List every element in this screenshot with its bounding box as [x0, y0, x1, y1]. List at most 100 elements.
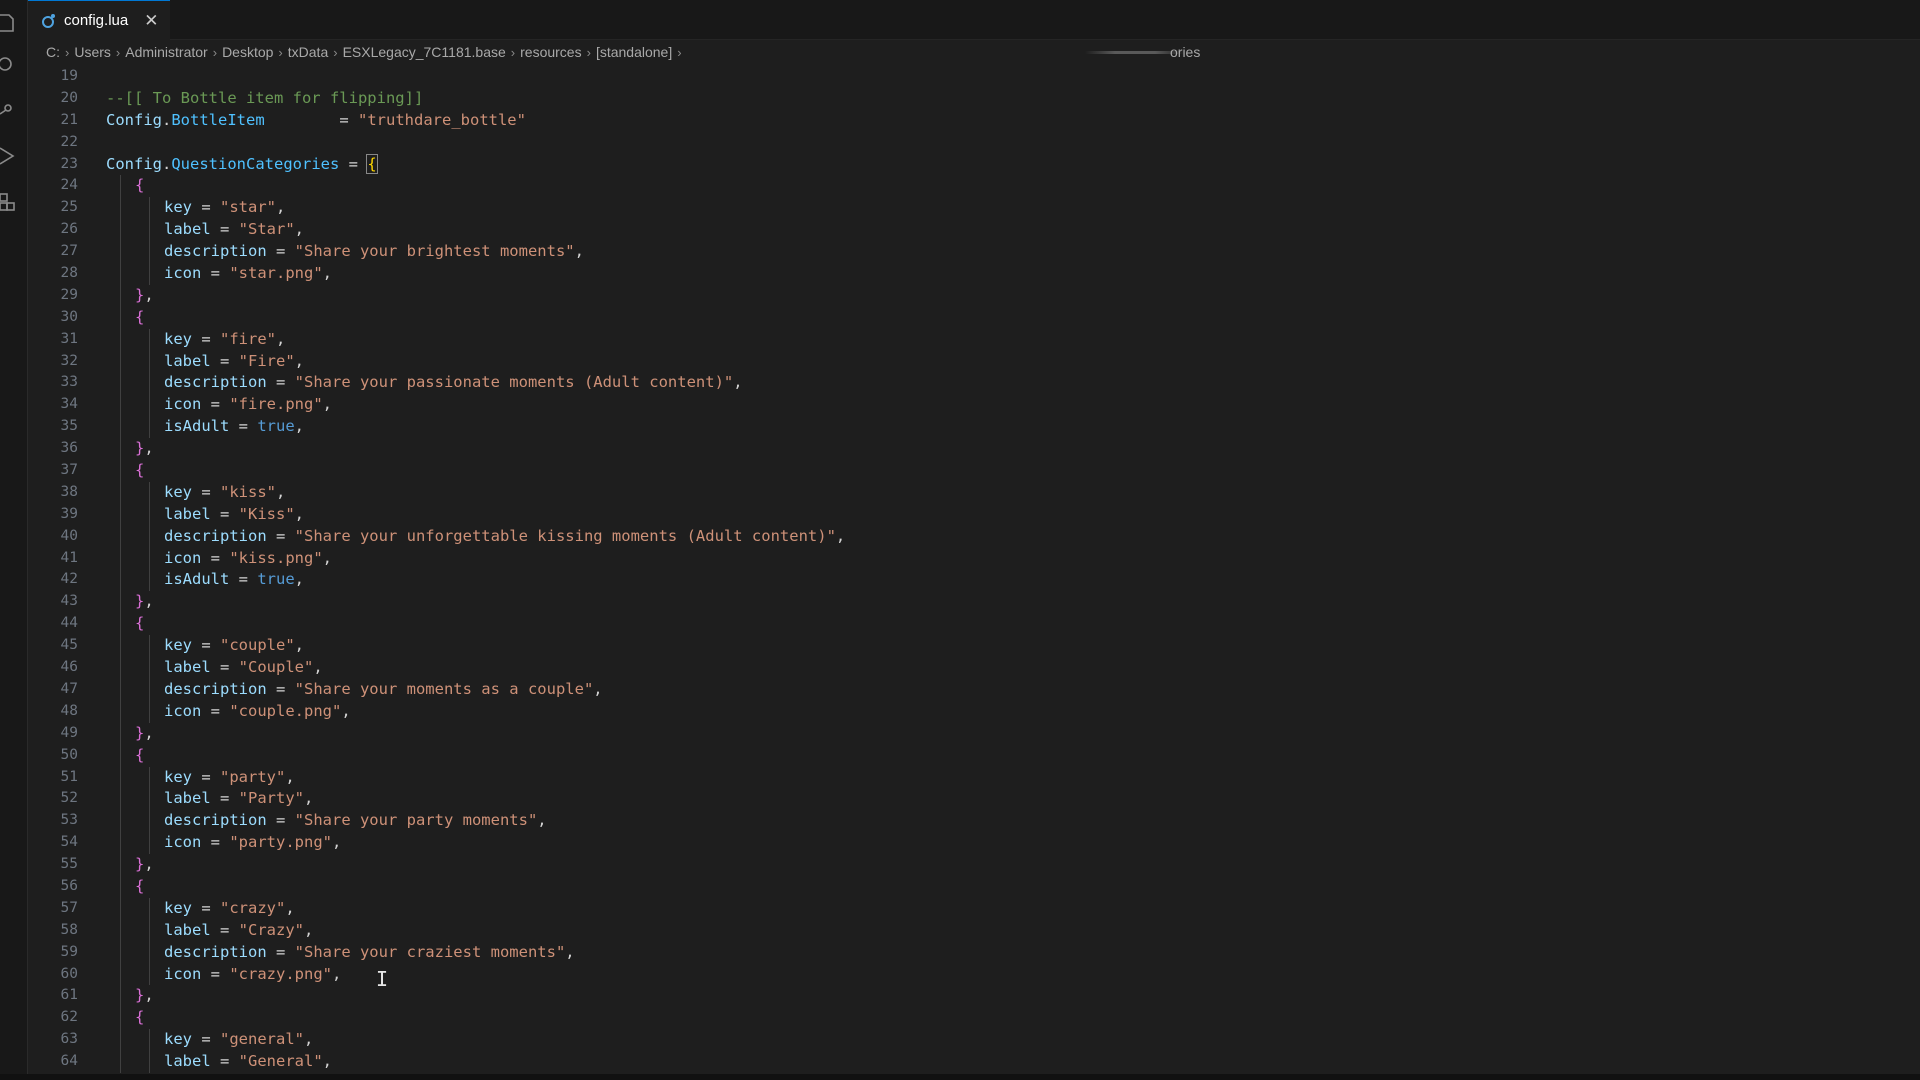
code-line[interactable]: 39 label = "Kiss", [28, 503, 1920, 526]
tab-bar: config.lua ✕ [28, 0, 1920, 40]
code-line[interactable]: 19 [28, 66, 1920, 88]
code-line[interactable]: 52 label = "Party", [28, 788, 1920, 811]
line-number: 36 [60, 440, 78, 457]
breadcrumb-segment[interactable]: Desktop [222, 44, 273, 60]
line-number: 28 [60, 265, 78, 282]
code-token: , [276, 482, 286, 501]
line-number: 30 [60, 308, 78, 325]
code-line[interactable]: 33 description = "Share your passionate m… [28, 372, 1920, 395]
code-text: Config.QuestionCategories = { [106, 153, 378, 176]
indent-guide [149, 941, 150, 964]
code-line[interactable]: 23 Config.QuestionCategories = { [28, 153, 1920, 176]
code-line[interactable]: 55}, [28, 854, 1920, 876]
code-line[interactable]: 44 { [28, 613, 1920, 636]
code-line[interactable]: 49}, [28, 722, 1920, 745]
code-line[interactable]: 54 icon = "party.png", [28, 832, 1920, 855]
code-line[interactable]: 60 icon = "crazy.png", [28, 963, 1920, 986]
code-editor[interactable]: 19 20 --[[ To Bottle item for flipping]] 21… [28, 66, 1920, 1074]
breadcrumb-segment[interactable]: C: [46, 44, 60, 60]
tab-config-lua[interactable]: config.lua ✕ [28, 0, 170, 40]
line-number: 58 [60, 921, 78, 938]
breadcrumb-segment[interactable]: txData [288, 44, 328, 60]
code-line[interactable]: 21 Config.BottleItem = "truthdare_bottle" [28, 110, 1920, 132]
code-line[interactable]: 40 description = "Share your unforgettabl… [28, 525, 1920, 548]
line-number: 41 [60, 549, 78, 566]
code-line[interactable]: 64 label = "General", [28, 1051, 1920, 1073]
indent-guide [120, 263, 121, 285]
indent-guide [120, 919, 121, 942]
code-line[interactable]: 50 { [28, 744, 1920, 767]
code-line[interactable]: 58 label = "Crazy", [28, 919, 1920, 942]
code-text: key = "fire", [164, 329, 285, 351]
line-number: 27 [60, 243, 78, 260]
code-line[interactable]: 30 { [28, 306, 1920, 329]
code-line[interactable]: 41 icon = "kiss.png", [28, 547, 1920, 570]
code-line[interactable]: 46 label = "Couple", [28, 657, 1920, 679]
code-text: }, [135, 723, 154, 745]
code-line[interactable]: 37 { [28, 460, 1920, 482]
bottom-edge [0, 1074, 1920, 1080]
code-line[interactable]: 27 description = "Share your brightest mo… [28, 241, 1920, 264]
breadcrumb-segment[interactable]: Administrator [125, 44, 207, 60]
code-line[interactable]: 56 { [28, 875, 1920, 898]
code-text: description = "Share your brightest mome… [164, 241, 584, 263]
code-token: description [164, 942, 267, 961]
line-number: 64 [60, 1053, 78, 1070]
close-icon[interactable]: ✕ [144, 11, 158, 31]
code-line[interactable]: 57 key = "crazy", [28, 897, 1920, 920]
code-token: = [192, 767, 220, 786]
code-line[interactable]: 24 { [28, 175, 1920, 198]
code-line[interactable]: 22 [28, 132, 1920, 154]
code-text: icon = "star.png", [164, 263, 332, 285]
code-line[interactable]: 34 icon = "fire.png", [28, 394, 1920, 417]
code-line[interactable]: 36}, [28, 438, 1920, 461]
code-line[interactable]: 20 --[[ To Bottle item for flipping]] [28, 88, 1920, 110]
code-line[interactable]: 32 label = "Fire", [28, 350, 1920, 373]
code-line[interactable]: 53 description = "Share your party moment… [28, 810, 1920, 833]
code-line[interactable]: 47 description = "Share your moments as a… [28, 678, 1920, 701]
code-token: = [266, 811, 295, 830]
code-token: label [164, 504, 211, 523]
code-token: = [201, 548, 230, 567]
code-line[interactable]: 31 key = "fire", [28, 328, 1920, 351]
code-line[interactable]: 43}, [28, 591, 1920, 614]
code-line[interactable]: 61}, [28, 985, 1920, 1008]
breadcrumb-segment[interactable]: resources [520, 44, 581, 60]
code-line[interactable]: 28 icon = "star.png", [28, 263, 1920, 285]
code-token: "Couple" [238, 658, 314, 677]
code-line[interactable]: 35 isAdult = true, [28, 416, 1920, 439]
run-debug-icon[interactable] [0, 145, 16, 167]
indent-guide [120, 438, 121, 461]
explorer-icon[interactable] [0, 12, 16, 34]
code-line[interactable]: 29}, [28, 284, 1920, 307]
code-token: = [266, 942, 295, 961]
breadcrumb-segment[interactable]: Users [74, 44, 111, 60]
code-token: { [135, 307, 145, 326]
code-line[interactable]: 59 description = "Share your craziest mom… [28, 941, 1920, 964]
code-line[interactable]: 48 icon = "couple.png", [28, 700, 1920, 723]
breadcrumb: C: › Users › Administrator › Desktop › txData › ES… [46, 40, 1920, 64]
source-control-icon[interactable] [0, 100, 16, 122]
code-token: , [285, 898, 295, 917]
code-text: key = "couple", [164, 635, 304, 657]
code-text: --[[ To Bottle item for flipping]] [106, 88, 423, 110]
code-line[interactable]: 25 key = "star", [28, 197, 1920, 220]
chevron-right-icon: › [212, 44, 218, 60]
code-token: "party" [220, 767, 286, 786]
code-line[interactable]: 62 { [28, 1007, 1920, 1030]
code-line[interactable]: 38 key = "kiss", [28, 481, 1920, 504]
code-line[interactable]: 51 key = "party", [28, 766, 1920, 789]
breadcrumb-segment[interactable]: [standalone] [596, 44, 672, 60]
code-line[interactable]: 42 isAdult = true, [28, 569, 1920, 592]
code-token: label [164, 920, 211, 939]
search-icon[interactable] [0, 55, 16, 77]
code-token: "general" [220, 1030, 304, 1049]
code-line[interactable]: 45 key = "couple", [28, 635, 1920, 658]
line-number: 57 [60, 899, 78, 916]
breadcrumb-segment[interactable]: ESXLegacy_7C1181.base [343, 44, 506, 60]
indent-guide [120, 306, 121, 329]
extensions-icon[interactable] [0, 190, 16, 212]
breadcrumb-tail[interactable]: ories [1170, 40, 1200, 64]
code-line[interactable]: 26 label = "Star", [28, 219, 1920, 242]
code-line[interactable]: 63 key = "general", [28, 1029, 1920, 1052]
